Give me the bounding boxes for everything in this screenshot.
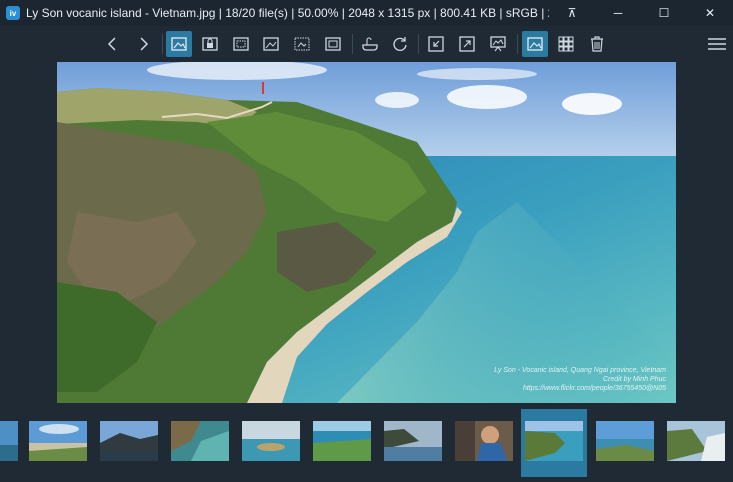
credit-line-3: https://www.flickr.com/people/36755450@N… [522,385,666,392]
thumbnail[interactable] [313,421,371,461]
toolbar [0,26,733,62]
thumbnail-image [29,421,87,461]
thumbnail-image [171,421,229,461]
thumbnail[interactable] [384,421,442,461]
thumbnail-image [667,421,725,461]
rotate-icon [393,37,407,51]
thumbnail-image [0,421,18,461]
scale-to-height-button[interactable] [289,31,315,57]
fullscreen-icon [459,36,475,52]
thumbnail[interactable] [667,421,725,461]
thumbnail-image [525,421,583,461]
chevron-left-icon [107,37,116,51]
gallery-icon [527,37,543,51]
menu-icon [708,38,726,50]
main-image [57,62,676,403]
trash-icon [591,36,603,52]
delete-button[interactable] [584,31,610,57]
gallery-grid-button[interactable] [553,31,579,57]
thumbnail-image [384,421,442,461]
thumbnail-bar-button[interactable] [522,31,548,57]
checkerboard-button[interactable] [357,31,383,57]
window-title: Ly Son vocanic island - Vietnam.jpg | 18… [26,6,549,20]
toolbar-separator [162,34,163,54]
main-menu-button[interactable] [704,31,730,57]
toolbar-separator [418,34,419,54]
previous-image-button[interactable] [100,31,126,57]
auto-zoom-button[interactable] [320,31,346,57]
bath-icon [362,37,378,51]
view-image-button[interactable] [166,31,192,57]
close-button[interactable]: ✕ [687,0,733,26]
crop-icon [233,37,249,51]
thumbnail[interactable] [455,421,513,461]
minimize-button[interactable]: ─ [595,0,641,26]
thumbnail-image [596,421,654,461]
import-button[interactable] [423,31,449,57]
image-viewer[interactable]: Ly Son - Vocanic island, Quang Ngai prov… [57,62,676,403]
fullscreen-button[interactable] [454,31,480,57]
thumbnail[interactable] [29,421,87,461]
thumbnail-selected[interactable] [525,421,583,461]
slideshow-button[interactable] [485,31,511,57]
thumbnail-bar [0,409,733,482]
view-image-icon [171,37,187,51]
thumbnail-image [313,421,371,461]
app-icon: iv [6,6,20,20]
credit-line-1: Ly Son - Vocanic island, Quang Ngai prov… [494,367,666,374]
thumbnail-image [100,421,158,461]
select-icon [294,37,310,51]
lock-icon [202,37,218,51]
toolbar-separator [352,34,353,54]
scale-to-fit-button[interactable] [228,31,254,57]
lock-button[interactable] [197,31,223,57]
credit-line-2: Credit by Minh Phuc [602,376,666,383]
grid-icon [558,36,574,52]
next-image-button[interactable] [130,31,156,57]
thumbnail[interactable] [0,421,18,461]
toolbar-separator [517,34,518,54]
select-icon-2 [325,37,341,51]
thumbnail[interactable] [596,421,654,461]
slideshow-icon [490,36,506,52]
chevron-right-icon [140,37,149,51]
image-credit: Ly Son - Vocanic island, Quang Ngai prov… [494,366,666,393]
import-icon [428,36,444,52]
scale-to-width-button[interactable] [258,31,284,57]
thumbnail-image [455,421,513,461]
thumbnail[interactable] [242,421,300,461]
thumbnail[interactable] [100,421,158,461]
title-bar: iv Ly Son vocanic island - Vietnam.jpg |… [0,0,733,26]
pin-button[interactable]: ⊼ [549,0,595,26]
rotate-button[interactable] [387,31,413,57]
crop-icon-2 [263,37,279,51]
thumbnail-image [242,421,300,461]
thumbnail[interactable] [171,421,229,461]
maximize-button[interactable]: ☐ [641,0,687,26]
